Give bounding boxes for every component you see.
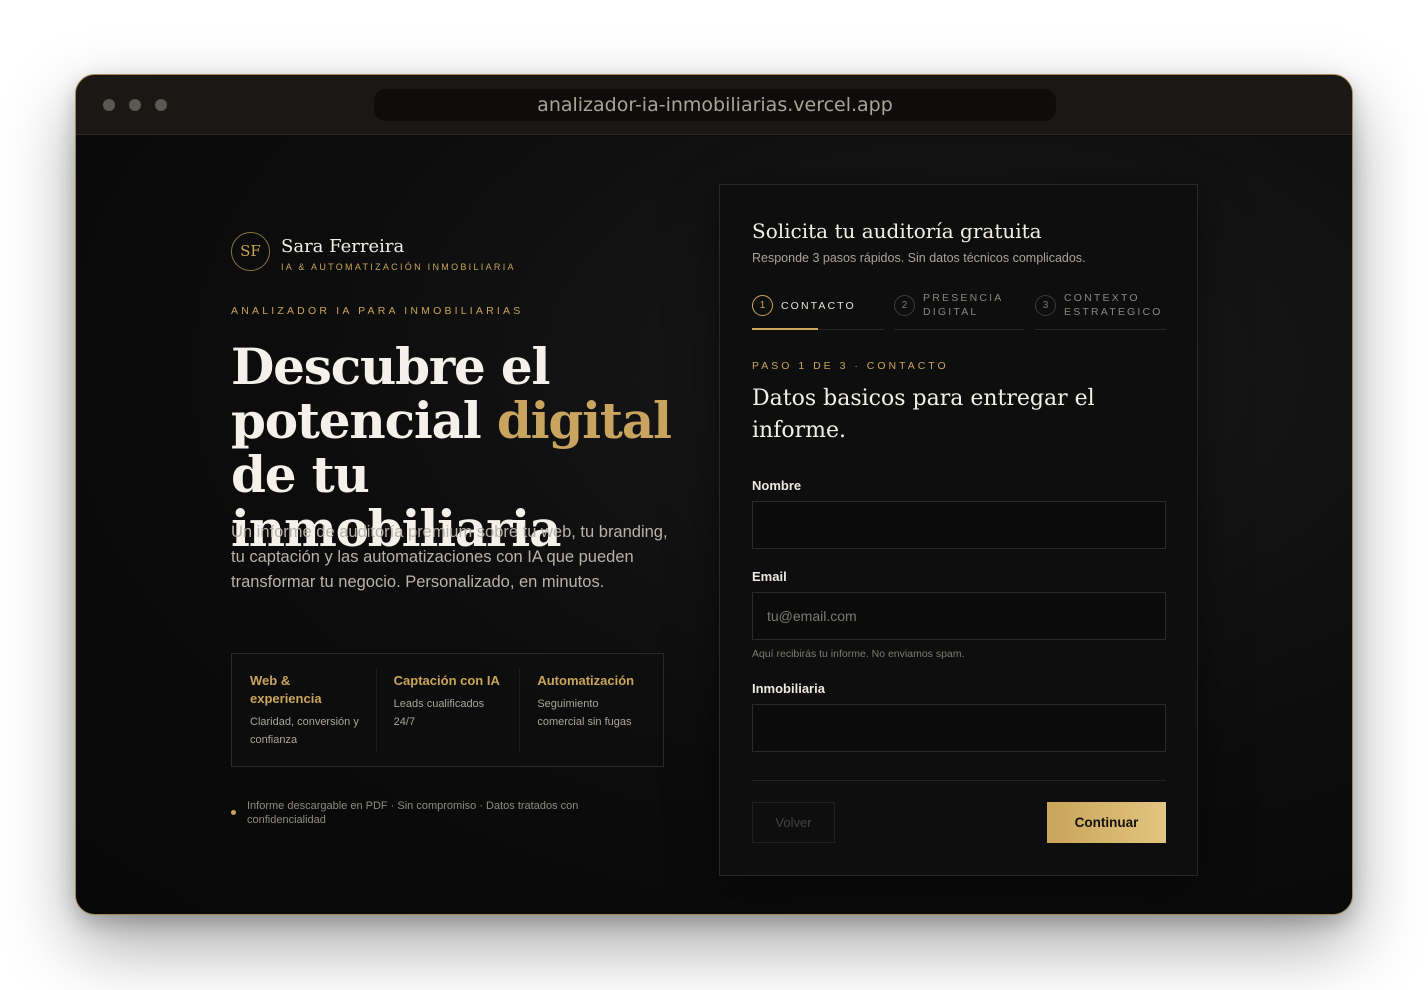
step-number: 3: [1035, 295, 1056, 316]
form-title: Solicita tu auditoría gratuita: [752, 219, 1042, 243]
feature-desc: Claridad, conversión y confianza: [250, 716, 359, 746]
email-input[interactable]: [752, 592, 1166, 640]
feature-title: Automatización: [537, 673, 635, 688]
feature-captacion: Captación con IA Leads cualificados 24/7: [375, 654, 520, 766]
step-label: CONTEXTO ESTRATEGICO: [1064, 292, 1163, 318]
step-eyebrow: PASO 1 DE 3 · CONTACTO: [752, 360, 949, 372]
close-window-dot[interactable]: [103, 99, 115, 111]
feature-desc: Seguimiento comercial sin fugas: [537, 698, 632, 728]
bullet-dot-icon: [231, 810, 236, 815]
page-content: SF Sara Ferreira IA & AUTOMATIZACIÓN INM…: [76, 136, 1352, 914]
form-subtitle: Responde 3 pasos rápidos. Sin datos técn…: [752, 251, 1086, 265]
form-divider: [752, 780, 1166, 781]
maximize-window-dot[interactable]: [155, 99, 167, 111]
name-input[interactable]: [752, 501, 1166, 549]
feature-web: Web & experiencia Claridad, conversión y…: [232, 654, 376, 766]
email-label: Email: [752, 569, 787, 584]
hero-title-highlight: digital: [496, 391, 672, 450]
brand-logo: SF: [231, 232, 270, 271]
step-label: CONTACTO: [781, 300, 856, 312]
feature-desc: Leads cualificados 24/7: [393, 698, 485, 728]
step-tab-presencia-digital[interactable]: 2 PRESENCIA DIGITAL: [894, 292, 1024, 330]
address-bar[interactable]: analizador-ia-inmobiliarias.vercel.app: [374, 89, 1056, 121]
back-button[interactable]: Volver: [752, 802, 835, 843]
company-input[interactable]: [752, 704, 1166, 752]
name-label: Nombre: [752, 478, 802, 493]
hero-lead: Un informe de auditoría premium sobre tu…: [231, 523, 668, 591]
step-label: PRESENCIA DIGITAL: [923, 292, 1003, 318]
step-number: 2: [894, 295, 915, 316]
footnote: Informe descargable en PDF · Sin comprom…: [247, 800, 579, 826]
step-number: 1: [752, 295, 773, 316]
step-tab-contacto[interactable]: 1 CONTACTO: [752, 293, 884, 330]
brand-tagline: IA & AUTOMATIZACIÓN INMOBILIARIA: [281, 262, 516, 272]
continue-button[interactable]: Continuar: [1047, 802, 1166, 843]
feature-title: Web & experiencia: [250, 673, 322, 706]
features-panel: Web & experiencia Claridad, conversión y…: [231, 653, 664, 767]
feature-automatizacion: Automatización Seguimiento comercial sin…: [519, 654, 663, 766]
company-label: Inmobiliaria: [752, 681, 825, 696]
step-tab-contexto-estrategico[interactable]: 3 CONTEXTO ESTRATEGICO: [1035, 292, 1166, 330]
brand-name: Sara Ferreira: [281, 236, 405, 257]
browser-titlebar: analizador-ia-inmobiliarias.vercel.app: [76, 75, 1352, 135]
audit-form-card: Solicita tu auditoría gratuita Responde …: [719, 184, 1198, 876]
browser-window: analizador-ia-inmobiliarias.vercel.app S…: [75, 74, 1353, 915]
hero-eyebrow: ANALIZADOR IA PARA INMOBILIARIAS: [231, 305, 524, 317]
step-heading: Datos basicos para entregar el informe.: [752, 386, 1095, 443]
minimize-window-dot[interactable]: [129, 99, 141, 111]
email-help-text: Aquí recibirás tu informe. No enviamos s…: [752, 648, 965, 660]
feature-title: Captación con IA: [393, 673, 500, 688]
step-active-indicator: [752, 328, 818, 330]
